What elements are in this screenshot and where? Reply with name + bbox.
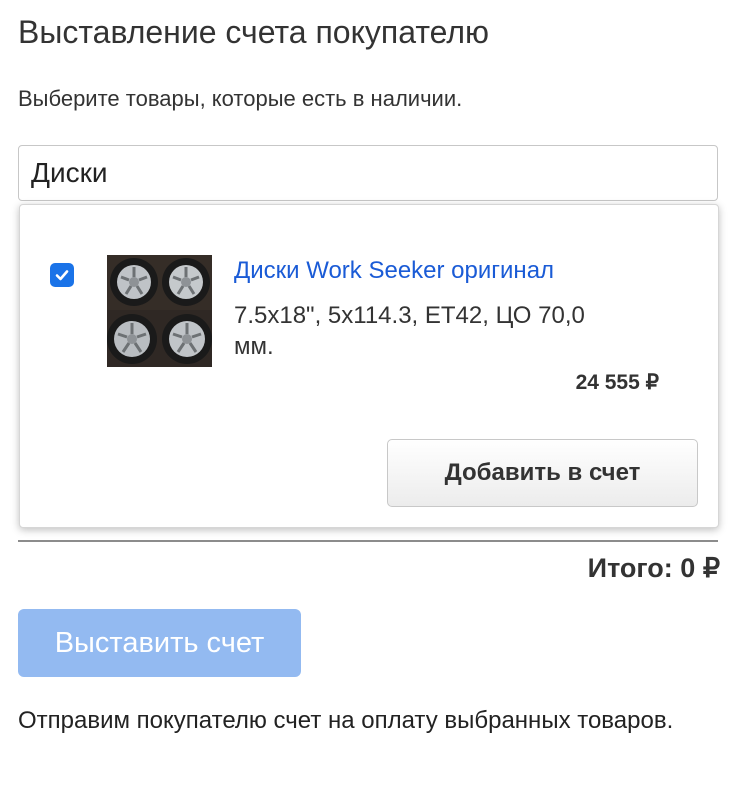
product-search-input[interactable] (18, 145, 718, 201)
result-checkbox[interactable] (50, 263, 74, 287)
product-price: 24 555 ₽ (575, 371, 659, 394)
divider (18, 540, 718, 542)
invoice-total: Итого: 0 ₽ (587, 553, 720, 583)
checkmark-icon (55, 270, 69, 281)
page-subtitle: Выберите товары, которые есть в наличии. (18, 86, 463, 111)
product-name-link[interactable]: Диски Work Seeker оригинал (234, 257, 554, 285)
add-to-invoice-button[interactable]: Добавить в счет (387, 439, 698, 507)
product-thumbnail (107, 255, 212, 367)
page-title: Выставление счета покупателю (18, 14, 490, 50)
search-results-dropdown: Диски Work Seeker оригинал 7.5x18", 5x11… (19, 204, 719, 528)
product-description: 7.5x18", 5x114.3, ET42, ЦО 70,0 мм. (234, 302, 585, 360)
issue-invoice-button[interactable]: Выставить счет (18, 609, 301, 677)
footer-note: Отправим покупателю счет на оплату выбра… (18, 707, 674, 734)
invoice-page: Выставление счета покупателю Выберите то… (0, 0, 734, 794)
